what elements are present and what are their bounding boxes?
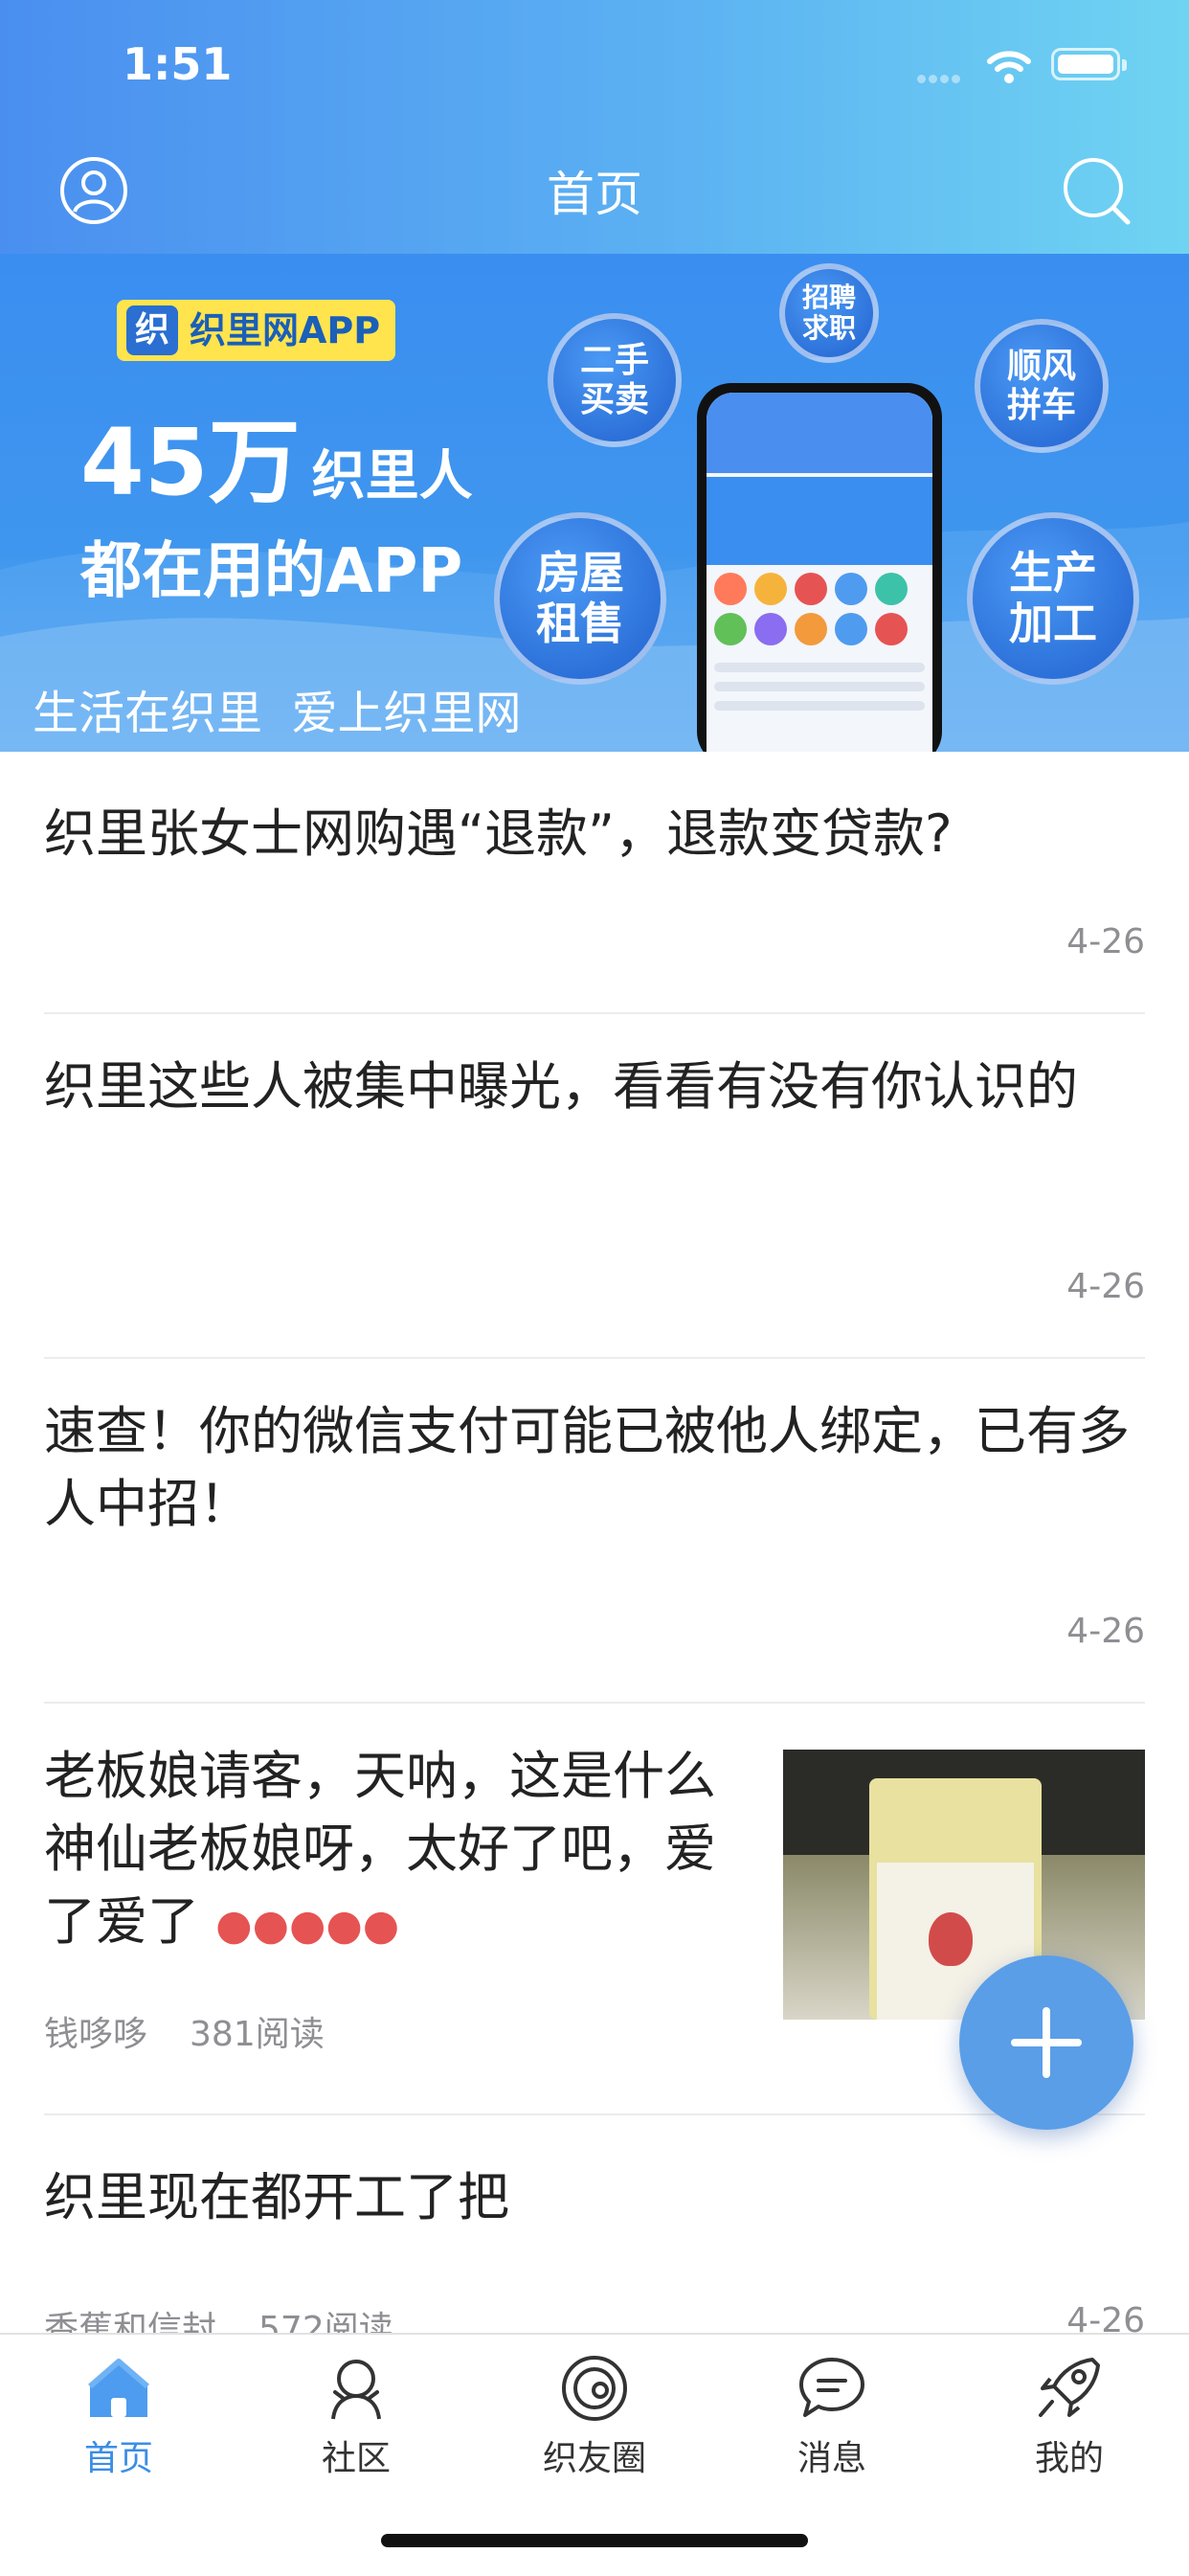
article-date: 4-26 xyxy=(1066,1612,1145,1651)
article-title: 织里张女士网购遇“退款”，退款变贷款? xyxy=(44,803,953,864)
home-indicator[interactable] xyxy=(381,2534,808,2547)
article-title: 老板娘请客，天呐，这是什么神仙老板娘呀，太好了吧，爱了爱了 ●●●●● xyxy=(44,1704,733,1962)
emoji-stickers: ●●●●● xyxy=(215,1901,400,1950)
article-author: 钱哆哆 xyxy=(44,2015,148,2054)
tab-label: 社区 xyxy=(321,2439,391,2478)
bubble-secondhand: 二手 买卖 xyxy=(548,313,682,447)
tab-label: 消息 xyxy=(796,2439,866,2478)
headline-number: 45万 xyxy=(80,409,301,516)
search-icon[interactable] xyxy=(1061,155,1133,228)
article-title: 速查！你的微信支付可能已被他人绑定，已有多人中招！ xyxy=(44,1401,1130,1534)
list-item[interactable]: 织里张女士网购遇“退款”，退款变贷款? 4-26 xyxy=(44,752,1145,1014)
tab-community[interactable]: 社区 xyxy=(280,2354,433,2480)
news-feed: 织里张女士网购遇“退款”，退款变贷款? 4-26 织里这些人被集中曝光，看看有没… xyxy=(0,752,1189,2403)
promo-banner[interactable]: 织 织里网APP 45万 织里人 都在用的APP 生活在织里 爱上织里网 招聘 求… xyxy=(0,254,1189,752)
tab-profile[interactable]: 我的 xyxy=(993,2354,1146,2480)
list-item[interactable]: 织里这些人被集中曝光，看看有没有你认识的 4-26 xyxy=(44,1014,1145,1359)
article-title: 织里现在都开工了把 xyxy=(44,2167,509,2227)
bubble-production: 生产 加工 xyxy=(967,512,1139,685)
community-icon xyxy=(331,2360,381,2420)
app-tag: 织 织里网APP xyxy=(117,300,396,361)
app-tag-label: 织里网APP xyxy=(190,309,381,351)
article-date: 4-26 xyxy=(1066,1267,1145,1306)
tab-friends-circle[interactable]: 织友圈 xyxy=(518,2354,671,2480)
signal-icon xyxy=(917,69,969,83)
rocket-icon xyxy=(1039,2358,1100,2417)
bubble-recruit: 招聘 求职 xyxy=(779,263,879,363)
banner-slogan: 生活在织里 爱上织里网 xyxy=(33,687,522,740)
banner-headline: 45万 织里人 xyxy=(80,388,473,521)
article-title: 织里这些人被集中曝光，看看有没有你认识的 xyxy=(44,1056,1078,1117)
banner-headline-line2: 都在用的APP xyxy=(80,536,463,607)
battery-icon xyxy=(1051,48,1127,80)
list-item[interactable]: 速查！你的微信支付可能已被他人绑定，已有多人中招！ 4-26 xyxy=(44,1359,1145,1704)
tab-messages[interactable]: 消息 xyxy=(755,2354,909,2480)
add-post-button[interactable] xyxy=(959,1955,1133,2130)
message-icon xyxy=(799,2358,864,2417)
bubble-housing: 房屋 租售 xyxy=(494,512,666,685)
article-meta: 钱哆哆 381阅读 xyxy=(44,2006,325,2056)
plus-icon xyxy=(1011,2007,1082,2078)
home-icon xyxy=(88,2359,149,2417)
status-time: 1:51 xyxy=(123,38,233,90)
tab-label: 首页 xyxy=(83,2439,153,2478)
tab-home[interactable]: 首页 xyxy=(42,2354,195,2480)
bubble-carpool: 顺风 拼车 xyxy=(975,319,1109,453)
article-date: 4-26 xyxy=(1066,922,1145,961)
page-title: 首页 xyxy=(547,167,642,222)
wifi-icon xyxy=(987,51,1031,83)
friends-circle-icon xyxy=(562,2356,627,2421)
tab-label: 我的 xyxy=(1034,2439,1104,2478)
headline-suffix: 织里人 xyxy=(311,445,473,508)
tab-label: 织友圈 xyxy=(542,2439,646,2478)
app-logo-icon: 织 xyxy=(126,305,178,355)
header-bar: 1:51 首页 xyxy=(0,0,1189,254)
article-reads: 381阅读 xyxy=(190,2015,325,2054)
phone-mockup-image xyxy=(697,383,942,752)
